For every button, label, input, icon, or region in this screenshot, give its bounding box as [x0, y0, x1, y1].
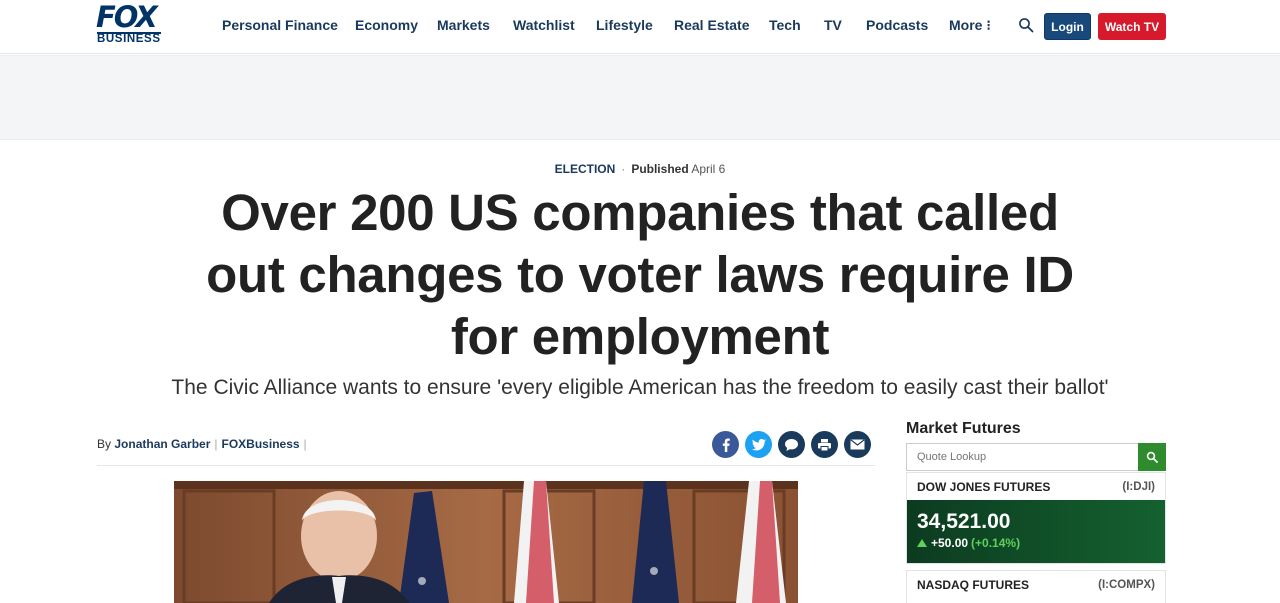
site-header: FOX BUSINESS Personal Finance Economy Ma…	[0, 0, 1280, 54]
article-eyebrow: ELECTION · Published April 6	[0, 162, 1280, 177]
ticker-card-nasdaq[interactable]: NASDAQ FUTURES (I:COMPX)	[906, 570, 1166, 603]
market-futures-title: Market Futures	[906, 420, 1021, 437]
twitter-icon[interactable]	[745, 431, 772, 458]
ticker-value-panel: 34,521.00 +50.00 (+0.14%)	[907, 500, 1165, 563]
nav-tv[interactable]: TV	[824, 16, 842, 34]
published-label: Published	[631, 162, 689, 176]
ticker-price: 34,521.00	[917, 510, 1011, 533]
watch-tv-button[interactable]: Watch TV	[1098, 13, 1166, 40]
byline-prefix: By	[97, 437, 112, 451]
byline: By Jonathan Garber | FOXBusiness |	[97, 437, 311, 452]
search-icon	[1146, 451, 1158, 463]
email-icon[interactable]	[844, 431, 871, 458]
ticker-change: +50.00 (+0.14%)	[917, 536, 1155, 550]
quote-search-button[interactable]	[1138, 443, 1166, 471]
published-date: April 6	[691, 162, 726, 176]
hero-image	[174, 481, 798, 603]
byline-divider	[97, 465, 875, 466]
ticker-name: NASDAQ FUTURES	[917, 577, 1030, 592]
quote-lookup-field[interactable]	[906, 443, 1139, 471]
category-label[interactable]: ELECTION	[555, 162, 616, 176]
outlet-link[interactable]: FOXBusiness	[222, 437, 300, 451]
logo-business-text: BUSINESS	[97, 32, 161, 45]
print-icon[interactable]	[811, 431, 838, 458]
search-icon[interactable]	[1018, 17, 1034, 33]
logo-fox-text: FOX	[96, 0, 158, 34]
quote-lookup-input[interactable]	[907, 444, 1139, 470]
arrow-up-icon	[917, 539, 927, 547]
byline-separator: |	[214, 437, 218, 451]
article-headline: Over 200 US companies that called out ch…	[206, 184, 1074, 365]
article-dek: The Civic Alliance wants to ensure 'ever…	[171, 376, 1109, 399]
nav-podcasts[interactable]: Podcasts	[866, 16, 928, 34]
nav-economy[interactable]: Economy	[355, 16, 418, 34]
ticker-card-dow[interactable]: DOW JONES FUTURES (I:DJI) 34,521.00 +50.…	[906, 472, 1166, 564]
ticker-header: DOW JONES FUTURES (I:DJI)	[907, 473, 1165, 500]
ticker-symbol: (I:DJI)	[1122, 480, 1155, 493]
hero-photo	[174, 481, 798, 603]
nav-real-estate[interactable]: Real Estate	[674, 16, 749, 34]
ticker-change-value: +50.00	[931, 536, 969, 550]
nav-more[interactable]: More ⁝	[949, 16, 991, 34]
fox-business-logo[interactable]: FOX BUSINESS	[96, 2, 182, 45]
ad-banner	[0, 55, 1280, 140]
meta-separator: ·	[621, 162, 626, 176]
login-button[interactable]: Login	[1044, 13, 1091, 40]
nav-personal-finance[interactable]: Personal Finance	[222, 16, 338, 34]
ticker-name: DOW JONES FUTURES	[917, 479, 1051, 494]
nav-tech[interactable]: Tech	[769, 16, 801, 34]
comment-icon[interactable]	[778, 431, 805, 458]
nav-lifestyle[interactable]: Lifestyle	[596, 16, 653, 34]
ticker-change-percent: (+0.14%)	[971, 536, 1021, 550]
facebook-icon[interactable]	[712, 431, 739, 458]
ticker-symbol: (I:COMPX)	[1098, 578, 1155, 591]
ticker-header: NASDAQ FUTURES (I:COMPX)	[907, 571, 1165, 598]
author-link[interactable]: Jonathan Garber	[114, 437, 210, 451]
nav-watchlist[interactable]: Watchlist	[513, 16, 575, 34]
nav-markets[interactable]: Markets	[437, 16, 490, 34]
byline-separator-end: |	[303, 437, 307, 451]
